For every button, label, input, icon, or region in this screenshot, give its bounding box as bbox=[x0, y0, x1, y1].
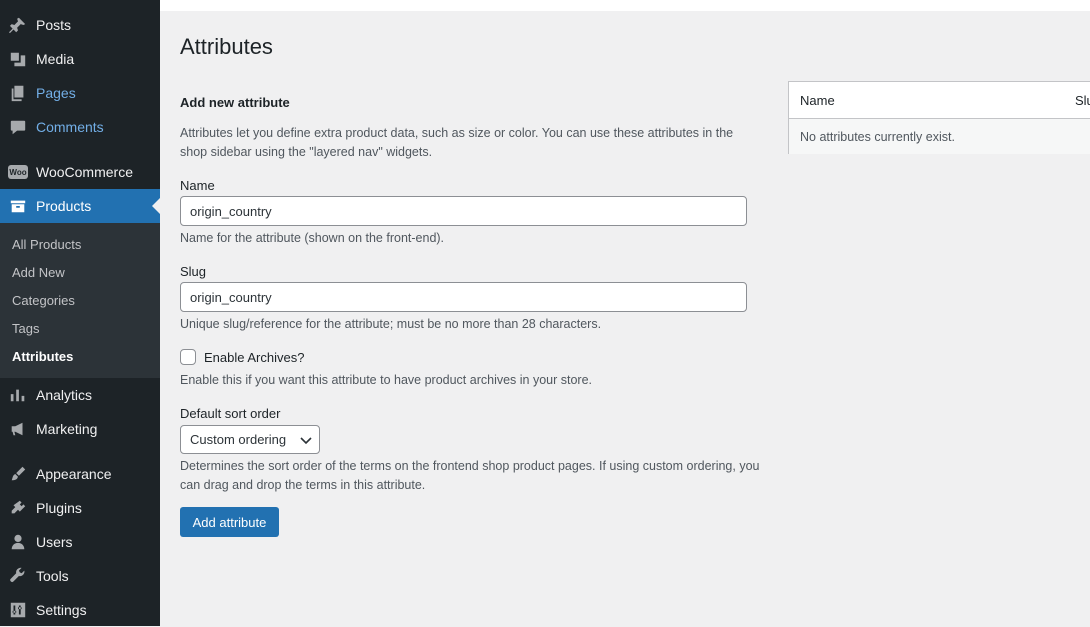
submenu-categories[interactable]: Categories bbox=[12, 293, 75, 308]
menu-label: Analytics bbox=[36, 387, 93, 403]
enable-archives-checkbox[interactable] bbox=[180, 349, 196, 365]
slug-label: Slug bbox=[180, 264, 207, 279]
menu-label: Plugins bbox=[36, 500, 82, 516]
column-slug[interactable]: Slu bbox=[1075, 93, 1090, 108]
submenu-add-new[interactable]: Add New bbox=[12, 265, 65, 280]
user-icon bbox=[8, 532, 28, 552]
plugin-icon bbox=[8, 498, 28, 518]
pages-icon bbox=[8, 83, 28, 103]
sort-order-value: Custom ordering bbox=[190, 432, 287, 447]
table-row: No attributes currently exist. bbox=[789, 119, 1090, 154]
pin-icon bbox=[8, 15, 28, 35]
sort-order-label: Default sort order bbox=[180, 406, 281, 421]
attributes-table: Name Slu No attributes currently exist. bbox=[788, 81, 1090, 154]
products-icon bbox=[8, 196, 28, 216]
table-header: Name Slu bbox=[789, 82, 1090, 119]
menu-label: Marketing bbox=[36, 421, 98, 437]
menu-products[interactable]: Products bbox=[0, 189, 160, 223]
megaphone-icon bbox=[8, 419, 28, 439]
woocommerce-icon: Woo bbox=[8, 162, 28, 182]
comments-icon bbox=[8, 117, 28, 137]
media-icon bbox=[8, 49, 28, 69]
sort-order-help: Determines the sort order of the terms o… bbox=[180, 459, 760, 492]
menu-label: WooCommerce bbox=[36, 164, 133, 180]
menu-comments[interactable]: Comments bbox=[0, 110, 160, 144]
menu-label: Settings bbox=[36, 602, 87, 618]
menu-media[interactable]: Media bbox=[0, 42, 160, 76]
attribute-name-input[interactable] bbox=[180, 196, 747, 226]
archives-help: Enable this if you want this attribute t… bbox=[180, 373, 593, 387]
menu-pages[interactable]: Pages bbox=[0, 76, 160, 110]
menu-woocommerce[interactable]: Woo WooCommerce bbox=[0, 155, 160, 189]
menu-label: Posts bbox=[36, 17, 72, 33]
submenu-attributes[interactable]: Attributes bbox=[12, 349, 73, 364]
brush-icon bbox=[8, 464, 28, 484]
menu-appearance[interactable]: Appearance bbox=[0, 457, 160, 491]
top-strip bbox=[160, 0, 1090, 11]
menu-plugins[interactable]: Plugins bbox=[0, 491, 160, 525]
submenu-all-products[interactable]: All Products bbox=[12, 237, 81, 252]
menu-label: Appearance bbox=[36, 466, 112, 482]
menu-tools[interactable]: Tools bbox=[0, 559, 160, 593]
menu-analytics[interactable]: Analytics bbox=[0, 378, 160, 412]
name-label: Name bbox=[180, 178, 215, 193]
name-help: Name for the attribute (shown on the fro… bbox=[180, 231, 445, 245]
menu-label: Media bbox=[36, 51, 75, 67]
analytics-icon bbox=[8, 385, 28, 405]
menu-posts[interactable]: Posts bbox=[0, 8, 160, 42]
menu-label: Pages bbox=[36, 85, 76, 101]
menu-settings[interactable]: Settings bbox=[0, 593, 160, 627]
slug-help: Unique slug/reference for the attribute;… bbox=[180, 317, 602, 331]
enable-archives-label[interactable]: Enable Archives? bbox=[204, 350, 304, 365]
menu-label: Comments bbox=[36, 119, 104, 135]
attribute-slug-input[interactable] bbox=[180, 282, 747, 312]
sort-order-select[interactable]: Custom ordering bbox=[180, 425, 320, 454]
menu-marketing[interactable]: Marketing bbox=[0, 412, 160, 446]
menu-label: Tools bbox=[36, 568, 69, 584]
column-name[interactable]: Name bbox=[800, 93, 835, 108]
add-attribute-button[interactable]: Add attribute bbox=[180, 507, 279, 537]
active-arrow bbox=[152, 198, 160, 214]
empty-message: No attributes currently exist. bbox=[800, 130, 955, 144]
menu-label: Users bbox=[36, 534, 73, 550]
submenu-tags[interactable]: Tags bbox=[12, 321, 39, 336]
chevron-down-icon bbox=[300, 437, 312, 445]
page-title: Attributes bbox=[180, 34, 273, 59]
wrench-icon bbox=[8, 566, 28, 586]
settings-icon bbox=[8, 600, 28, 620]
admin-sidebar: Posts Media Pages Comments Woo WooCommer… bbox=[0, 0, 160, 626]
form-intro: Attributes let you define extra product … bbox=[180, 126, 734, 159]
products-submenu: All Products Add New Categories Tags Att… bbox=[0, 223, 160, 378]
menu-label: Products bbox=[36, 198, 92, 214]
woo-badge: Woo bbox=[8, 165, 28, 179]
menu-users[interactable]: Users bbox=[0, 525, 160, 559]
form-heading: Add new attribute bbox=[180, 95, 290, 110]
